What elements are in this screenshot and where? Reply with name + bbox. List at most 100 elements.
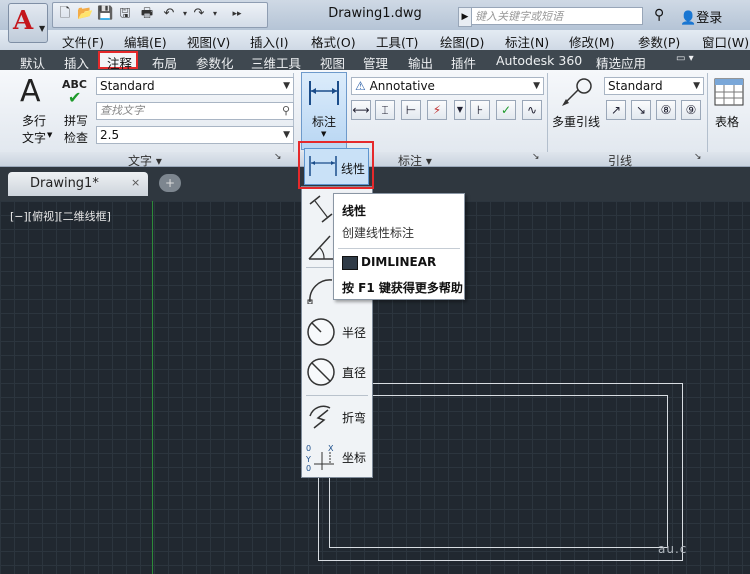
chevron-down-icon[interactable]: ▼ bbox=[454, 100, 466, 120]
diameter-dim-icon bbox=[307, 358, 335, 386]
multileader-label: 多重引线 bbox=[552, 115, 601, 129]
dim-style-select[interactable]: ⚠ Annotative ▼ bbox=[351, 77, 544, 95]
mleader-style-select[interactable]: Standard ▼ bbox=[604, 77, 704, 95]
document-title: Drawing1.dwg bbox=[328, 6, 422, 21]
arc-length-dim-icon bbox=[307, 279, 333, 304]
login-button[interactable]: 👤登录 bbox=[680, 7, 722, 26]
login-label: 登录 bbox=[696, 11, 723, 26]
open-icon[interactable]: 📂 bbox=[77, 6, 93, 22]
print-icon[interactable]: 🖶 bbox=[139, 6, 155, 22]
menu-dimension[interactable]: 标注(N) bbox=[505, 32, 549, 51]
dd-item-diameter[interactable]: 直径 bbox=[302, 353, 372, 391]
dialog-launcher-icon[interactable]: ↘ bbox=[694, 152, 702, 162]
menu-insert[interactable]: 插入(I) bbox=[250, 32, 288, 51]
command-tooltip: 线性 创建线性标注 DIMLINEAR 按 F1 键获得更多帮助 bbox=[333, 193, 465, 300]
tab-annotate[interactable]: 注释 bbox=[98, 51, 138, 71]
annotative-icon: ⚠ bbox=[355, 79, 370, 93]
dd-item-radius[interactable]: 半径 bbox=[302, 313, 372, 351]
collect-leader-icon[interactable]: ⑨ bbox=[681, 100, 701, 120]
spell-label-line2: 检查 bbox=[64, 131, 89, 145]
dd-item-label: 折弯 bbox=[342, 411, 367, 425]
aligned-dim-icon bbox=[309, 195, 333, 223]
svg-text:0: 0 bbox=[306, 464, 311, 472]
viewport-controls[interactable]: [−][俯视][二维线框] bbox=[10, 208, 111, 224]
spell-label-line1: 拼写 bbox=[64, 114, 89, 128]
menu-window[interactable]: 窗口(W) bbox=[702, 32, 749, 51]
svg-text:0: 0 bbox=[306, 444, 311, 453]
multileader-icon bbox=[562, 78, 592, 106]
ribbon-options-icon[interactable]: ▭ ▾ bbox=[676, 53, 694, 64]
menu-file[interactable]: 文件(F) bbox=[62, 32, 104, 51]
chevron-down-icon: ▼ bbox=[39, 24, 46, 33]
dim-jog-icon[interactable]: ⊦ bbox=[470, 100, 490, 120]
dim-style-value: Annotative bbox=[369, 79, 435, 93]
dimension-label: 标注 bbox=[312, 115, 337, 129]
dialog-launcher-icon[interactable]: ↘ bbox=[532, 152, 540, 162]
chevron-down-icon: ▼ bbox=[47, 131, 53, 139]
align-leader-icon[interactable]: ⑧ bbox=[656, 100, 676, 120]
remove-leader-icon[interactable]: ↘ bbox=[631, 100, 651, 120]
dim-inspect-icon[interactable]: ⚡ bbox=[427, 100, 447, 120]
find-text-placeholder: 查找文字 bbox=[100, 104, 144, 117]
new-tab-icon[interactable]: + bbox=[159, 174, 181, 192]
watermark: au.c bbox=[658, 542, 688, 556]
add-leader-icon[interactable]: ↗ bbox=[606, 100, 626, 120]
dim-oblique-icon[interactable]: ∿ bbox=[522, 100, 542, 120]
tab-autodesk-360[interactable]: Autodesk 360 bbox=[496, 53, 582, 68]
menu-view[interactable]: 视图(V) bbox=[187, 32, 230, 51]
quick-access-toolbar: 🗋 📂 💾 🖫 🖶 ↶ ▾ ↷ ▾ ▸▸ bbox=[52, 2, 268, 28]
new-icon[interactable]: 🗋 bbox=[57, 6, 73, 22]
check-icon: ✔ bbox=[68, 88, 82, 107]
redo-icon[interactable]: ↷ bbox=[191, 6, 207, 22]
save-as-icon[interactable]: 🖫 bbox=[117, 6, 133, 22]
ribbon-panel-titles: 文字 ▾ ↘ 标注 ▾ ↘ 引线 ↘ bbox=[0, 152, 750, 168]
menu-edit[interactable]: 编辑(E) bbox=[124, 32, 167, 51]
jogged-dim-icon bbox=[309, 405, 331, 429]
svg-text:Y: Y bbox=[306, 455, 311, 464]
document-tab-label: Drawing1* bbox=[30, 176, 99, 191]
find-icon: ⚲ bbox=[281, 104, 290, 117]
menu-format[interactable]: 格式(O) bbox=[311, 32, 356, 51]
text-height-value: 2.5 bbox=[100, 128, 120, 142]
table-button[interactable]: 表格 bbox=[710, 75, 750, 147]
dd-item-jogged[interactable]: 折弯 bbox=[302, 398, 372, 436]
menu-parametric[interactable]: 参数(P) bbox=[638, 32, 680, 51]
highlight-box bbox=[298, 141, 374, 189]
dd-item-ordinate[interactable]: 0X Y0 坐标 bbox=[302, 438, 372, 476]
undo-icon[interactable]: ↶ bbox=[161, 6, 177, 22]
mtext-button[interactable]: A 多行 文字 ▼ bbox=[14, 74, 54, 148]
text-panel-title-label: 文字 bbox=[128, 154, 153, 168]
mtext-icon: A bbox=[20, 74, 41, 109]
find-text-input[interactable]: 查找文字 ⚲ bbox=[96, 102, 294, 120]
menu-modify[interactable]: 修改(M) bbox=[569, 32, 615, 51]
dialog-launcher-icon[interactable]: ↘ bbox=[274, 152, 282, 162]
tooltip-separator bbox=[338, 248, 460, 249]
dim-update-icon[interactable]: ⟷ bbox=[351, 100, 371, 120]
inner-rectangle bbox=[329, 395, 668, 548]
autocad-logo-icon: A bbox=[13, 6, 34, 36]
dim-break-icon[interactable]: ⊢ bbox=[401, 100, 421, 120]
binoculars-icon[interactable]: ⚲ bbox=[654, 7, 664, 23]
dimension-big-button[interactable]: 标注 ▼ bbox=[301, 72, 347, 150]
redo-dropdown-icon[interactable]: ▾ bbox=[207, 6, 223, 22]
search-expand-icon[interactable]: ▶ bbox=[458, 7, 472, 27]
chevron-down-icon: ▼ bbox=[283, 81, 290, 91]
linear-dim-icon bbox=[309, 81, 339, 105]
text-style-value: Standard bbox=[100, 79, 155, 93]
table-label: 表格 bbox=[715, 115, 740, 129]
save-icon[interactable]: 💾 bbox=[97, 6, 113, 22]
spell-check-button[interactable]: ABC ✔ 拼写 检查 bbox=[58, 76, 94, 146]
menu-tools[interactable]: 工具(T) bbox=[376, 32, 418, 51]
menu-draw[interactable]: 绘图(D) bbox=[440, 32, 484, 51]
close-icon[interactable]: × bbox=[131, 176, 140, 189]
multileader-button[interactable]: 多重引线 bbox=[552, 75, 602, 147]
dd-item-label: 坐标 bbox=[342, 451, 367, 465]
text-height-select[interactable]: 2.5 ▼ bbox=[96, 126, 294, 144]
customize-qat-icon[interactable]: ▸▸ bbox=[229, 6, 245, 22]
search-input[interactable]: 键入关键字或短语 bbox=[471, 7, 643, 25]
application-menu-button[interactable]: A ▼ bbox=[8, 3, 48, 43]
radius-dim-icon bbox=[307, 318, 335, 346]
text-style-select[interactable]: Standard ▼ bbox=[96, 77, 294, 95]
dim-reassociate-icon[interactable]: ✓ bbox=[496, 100, 516, 120]
dim-space-icon[interactable]: ⌶ bbox=[375, 100, 395, 120]
